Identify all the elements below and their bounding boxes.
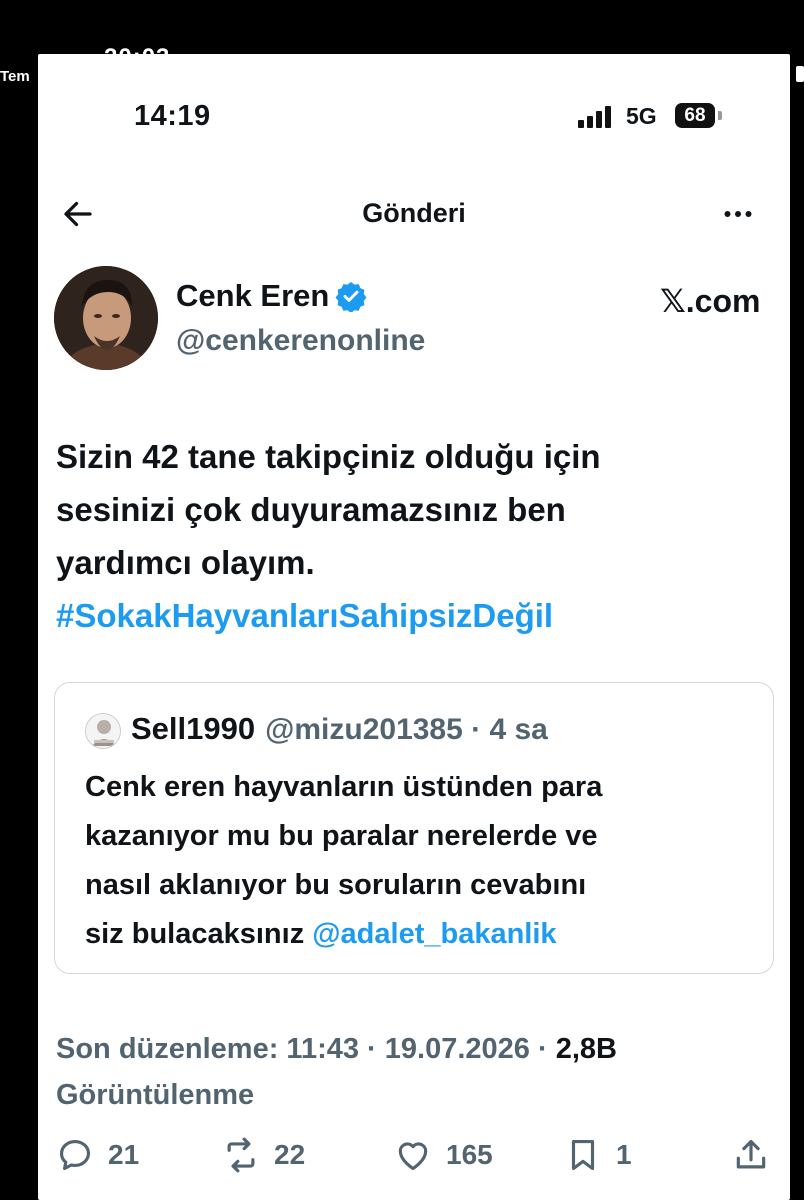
status-time: 14:19 — [134, 100, 211, 132]
author-handle[interactable]: @cenkerenonline — [176, 324, 425, 358]
heart-icon — [398, 1142, 428, 1171]
meta-separator: · — [529, 1033, 556, 1065]
tweet-author: Cenk Eren @cenkerenonline 𝕏.com — [54, 266, 774, 376]
action-bar: 21 22 165 1 — [38, 1128, 790, 1188]
like-button[interactable]: 165 — [394, 1136, 493, 1174]
outer-edge-text: Tem — [0, 68, 30, 85]
quoted-header: Sell1990 @mizu201385 · 4 sa — [131, 711, 548, 747]
author-name[interactable]: Cenk Eren — [176, 278, 329, 314]
quoted-author-avatar[interactable] — [85, 713, 121, 749]
tweet-line: sesinizi çok duyuramazsınız ben — [56, 491, 566, 528]
quoted-line-prefix: siz bulacaksınız — [85, 918, 313, 950]
author-name-row: Cenk Eren — [176, 278, 367, 314]
bookmark-count: 1 — [616, 1139, 632, 1170]
quoted-handle-time: @mizu201385 · 4 sa — [265, 713, 548, 746]
hashtag-link[interactable]: #SokakHayvanlarıSahipsizDeğil — [56, 589, 553, 642]
tweet-text: Sizin 42 tane takipçiniz olduğu için ses… — [56, 430, 756, 642]
battery-icon: 68 — [675, 103, 715, 128]
quoted-author-name[interactable]: Sell1990 — [131, 711, 255, 747]
repost-count: 22 — [274, 1139, 306, 1170]
verified-badge-icon — [335, 282, 367, 312]
nav-bar: Gönderi — [38, 184, 790, 244]
reply-button[interactable]: 21 — [56, 1136, 139, 1174]
like-count: 165 — [446, 1139, 493, 1170]
repost-button[interactable]: 22 — [222, 1136, 305, 1174]
outer-edge-glyph — [796, 66, 804, 82]
x-watermark: 𝕏.com — [660, 283, 761, 319]
bookmark-icon — [571, 1139, 595, 1171]
battery-tip — [718, 111, 722, 120]
views-count: 2,8B — [555, 1033, 617, 1065]
edited-timestamp[interactable]: Son düzenleme: 11:43 · 19.07.2026 — [56, 1033, 530, 1065]
reply-icon — [59, 1139, 91, 1171]
quoted-line: kazanıyor mu bu paralar nerelerde ve — [85, 820, 598, 852]
quoted-line: nasıl aklanıyor bu soruların cevabını — [85, 869, 587, 901]
quoted-line: Cenk eren hayvanların üstünden para — [85, 771, 603, 803]
page-title: Gönderi — [362, 198, 466, 228]
views-label: Görüntülenme — [56, 1079, 255, 1111]
tweet-line: yardımcı olayım. — [56, 544, 315, 581]
quoted-tweet[interactable]: Sell1990 @mizu201385 · 4 sa Cenk eren ha… — [54, 682, 774, 974]
quoted-line: siz bulacaksınız @adalet_bakanlik — [85, 910, 755, 959]
signal-icon — [578, 106, 618, 128]
status-bar: 14:19 5G 68 — [38, 54, 790, 174]
share-button[interactable] — [732, 1136, 770, 1174]
author-avatar[interactable] — [54, 266, 158, 370]
repost-icon — [227, 1137, 255, 1173]
tweet-meta: Son düzenleme: 11:43 · 19.07.2026 · 2,8B… — [56, 1026, 756, 1118]
tweet-screen: 14:19 5G 68 Gönderi Cenk Eren @cenkereno… — [38, 54, 790, 1200]
mention-link[interactable]: @adalet_bakanlik — [312, 918, 556, 950]
network-type: 5G — [626, 103, 657, 129]
reply-count: 21 — [108, 1139, 140, 1170]
share-icon — [736, 1139, 766, 1169]
quoted-text: Cenk eren hayvanların üstünden para kaza… — [85, 763, 755, 959]
more-options-icon[interactable] — [718, 196, 758, 232]
bookmark-button[interactable]: 1 — [564, 1136, 632, 1174]
tweet-line: Sizin 42 tane takipçiniz olduğu için — [56, 438, 601, 475]
